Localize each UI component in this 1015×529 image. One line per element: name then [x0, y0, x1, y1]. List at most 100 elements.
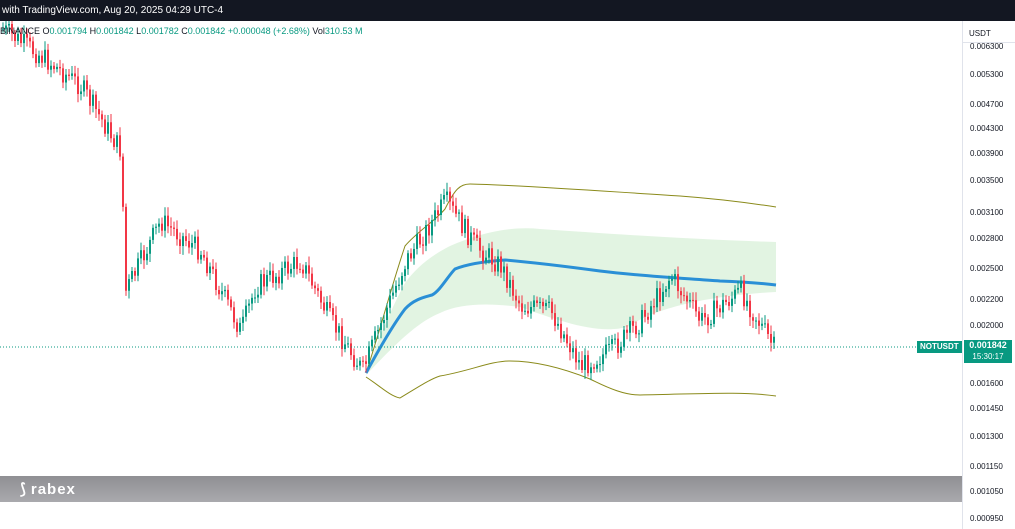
- price-tick: 0.000950: [970, 514, 1004, 523]
- candle-body: [542, 301, 544, 307]
- candle-body: [266, 274, 268, 287]
- candle-body: [380, 323, 382, 330]
- candle-body: [149, 239, 151, 254]
- candle-body: [314, 285, 316, 289]
- candle-body: [662, 291, 664, 302]
- candle-body: [551, 301, 553, 314]
- candle-body: [68, 74, 70, 76]
- candle-body: [671, 279, 673, 281]
- candle-body: [35, 54, 37, 64]
- candle-body: [635, 325, 637, 335]
- candle-body: [365, 361, 367, 364]
- candle-body: [476, 234, 478, 238]
- candle-body: [311, 273, 313, 286]
- price-tick: 0.003900: [970, 149, 1004, 158]
- candle-body: [755, 320, 757, 322]
- candle-body: [50, 65, 52, 70]
- candle-body: [497, 256, 499, 272]
- candle-body: [599, 364, 601, 366]
- candle-body: [272, 270, 274, 283]
- candle-body: [146, 253, 148, 261]
- candle-body: [491, 248, 493, 265]
- candle-body: [638, 333, 640, 335]
- price-chart[interactable]: [0, 21, 962, 529]
- candle-body: [440, 199, 442, 215]
- candle-body: [176, 228, 178, 240]
- candle-body: [125, 206, 127, 291]
- candle-body: [572, 348, 574, 353]
- candle-body: [194, 236, 196, 244]
- symbol-badge: NOTUSDT: [917, 341, 962, 353]
- candle-body: [140, 250, 142, 259]
- candle-body: [647, 316, 649, 320]
- candle-body: [251, 297, 253, 304]
- candle-body: [65, 74, 67, 83]
- candle-body: [524, 310, 526, 312]
- price-tick: 0.003100: [970, 208, 1004, 217]
- candle-body: [71, 73, 73, 76]
- candle-body: [500, 256, 502, 273]
- price-axis[interactable]: [962, 21, 1015, 529]
- candle-body: [62, 68, 64, 83]
- candle-body: [629, 321, 631, 333]
- candle-body: [119, 135, 121, 157]
- candle-body: [83, 80, 85, 92]
- candle-body: [569, 343, 571, 353]
- current-price-value: 0.001842: [969, 340, 1007, 350]
- exchange-label: BINANCE: [0, 26, 41, 36]
- candle-body: [275, 276, 277, 283]
- candle-body: [224, 289, 226, 292]
- brand-name: rabex: [30, 481, 76, 498]
- candle-body: [233, 307, 235, 323]
- candle-body: [167, 215, 169, 227]
- axis-unit-label: USDT: [969, 29, 991, 38]
- candle-body: [107, 122, 109, 134]
- candle-body: [179, 239, 181, 247]
- candle-body: [560, 323, 562, 339]
- candle-body: [401, 276, 403, 285]
- candle-body: [269, 270, 271, 275]
- candle-body: [80, 91, 82, 95]
- candle-body: [626, 329, 628, 333]
- candle-body: [674, 274, 676, 280]
- candle-body: [731, 298, 733, 306]
- attribution-text: with TradingView.com, Aug 20, 2025 04:29…: [2, 5, 224, 16]
- candle-body: [761, 323, 763, 326]
- candle-body: [473, 232, 475, 235]
- candle-body: [86, 80, 88, 90]
- candle-body: [374, 331, 376, 340]
- candle-body: [623, 329, 625, 347]
- candle-body: [728, 301, 730, 306]
- attribution-bar: with TradingView.com, Aug 20, 2025 04:29…: [0, 0, 1015, 21]
- candle-body: [464, 218, 466, 234]
- candle-body: [377, 329, 379, 332]
- candle-body: [455, 205, 457, 214]
- candle-body: [254, 297, 256, 299]
- candle-body: [359, 360, 361, 366]
- candle-body: [92, 94, 94, 106]
- candle-body: [422, 244, 424, 246]
- candle-body: [353, 355, 355, 367]
- candle-body: [590, 367, 592, 374]
- candle-body: [485, 257, 487, 262]
- vol-label: Vol: [312, 26, 325, 36]
- candle-body: [257, 294, 259, 298]
- candle-body: [659, 288, 661, 302]
- candle-body: [74, 73, 76, 77]
- candle-body: [332, 308, 334, 316]
- candle-body: [317, 288, 319, 291]
- candle-body: [593, 367, 595, 369]
- candle-body: [539, 301, 541, 304]
- candle-body: [152, 227, 154, 240]
- price-tick: 0.002000: [970, 321, 1004, 330]
- candle-body: [479, 237, 481, 251]
- candle-body: [428, 225, 430, 236]
- candle-body: [287, 261, 289, 274]
- price-tick: 0.002500: [970, 264, 1004, 273]
- candle-body: [449, 191, 451, 202]
- candle-body: [212, 266, 214, 270]
- price-tick: 0.002200: [970, 295, 1004, 304]
- candle-body: [494, 264, 496, 272]
- candle-body: [281, 267, 283, 284]
- candle-body: [509, 279, 511, 288]
